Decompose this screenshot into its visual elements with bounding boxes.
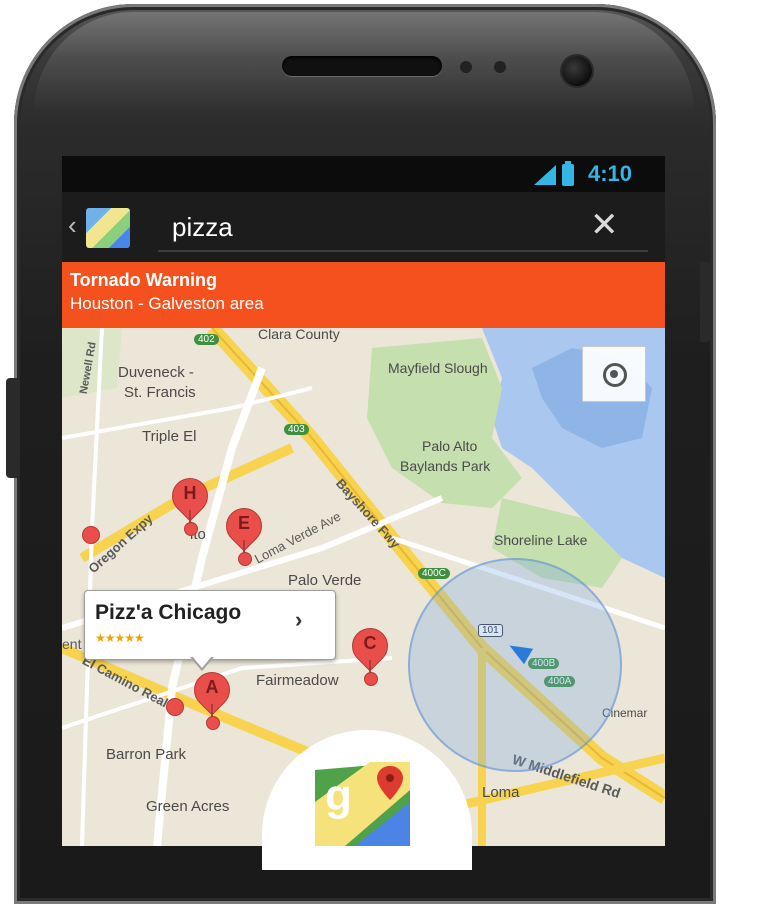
maps-app-icon[interactable] (86, 208, 130, 248)
my-location-button[interactable] (582, 346, 646, 402)
earpiece-speaker (282, 56, 442, 76)
marker-base (238, 552, 252, 566)
chevron-right-icon[interactable]: › (295, 607, 302, 633)
place-label: Shoreline Lake (494, 532, 588, 548)
front-camera (562, 56, 592, 86)
place-name: Pizz'a Chicago (95, 601, 242, 624)
marker-label: E (237, 513, 250, 533)
crosshair-dot (610, 370, 618, 378)
place-label: St. Francis (124, 384, 196, 401)
place-label: Green Acres (146, 798, 230, 815)
map-marker-dot[interactable] (82, 526, 100, 544)
place-label: Triple El (142, 428, 197, 445)
info-window-pointer-fill (192, 656, 212, 668)
marker-base (206, 716, 220, 730)
search-input[interactable]: pizza (172, 212, 233, 243)
marker-base (184, 522, 198, 536)
marker-label: C (363, 633, 377, 653)
marker-label: H (183, 483, 197, 503)
map-marker[interactable]: C (344, 620, 396, 686)
power-button (700, 262, 710, 342)
place-label: Duveneck - (118, 364, 194, 381)
map-marker[interactable]: A (186, 664, 238, 730)
highway-shield: 403 (284, 424, 309, 435)
back-chevron-icon[interactable]: ‹ (68, 210, 77, 241)
alert-subtitle: Houston - Galveston area (70, 294, 264, 313)
marker-base (364, 672, 378, 686)
place-label: Baylands Park (400, 458, 491, 474)
svg-text:g: g (325, 771, 352, 820)
clock: 4:10 (588, 161, 633, 186)
alert-title: Tornado Warning (70, 270, 217, 290)
place-label: Barron Park (106, 746, 187, 763)
place-label: Palo Alto (422, 438, 478, 454)
place-label: Palo Verde (288, 572, 362, 589)
place-label: Loma (482, 784, 520, 801)
highway-shield: 400C (418, 568, 450, 579)
marker-label: A (205, 677, 219, 697)
google-maps-logo: g (315, 762, 410, 846)
volume-button (6, 378, 18, 478)
place-info-window[interactable]: Pizz'a Chicago ★★★★★ › (84, 590, 336, 660)
rating-stars: ★★★★★ (95, 631, 145, 645)
place-label: Clara County (258, 328, 340, 342)
map-marker-dot[interactable] (166, 698, 184, 716)
location-accuracy-circle (408, 558, 622, 772)
weather-alert-banner[interactable]: Tornado Warning Houston - Galveston area (62, 262, 665, 328)
signal-icon (534, 165, 556, 185)
search-underline (158, 250, 648, 252)
light-sensor (494, 61, 506, 73)
map-marker[interactable]: H (164, 470, 216, 536)
highway-shield: 402 (194, 334, 219, 345)
street-label: ent (62, 636, 82, 652)
place-label: Mayfield Slough (388, 360, 488, 376)
place-label: Fairmeadow (256, 672, 339, 689)
action-bar: ‹ pizza ✕ (62, 192, 665, 262)
proximity-sensor (460, 61, 472, 73)
battery-icon (562, 161, 574, 186)
status-bar: 4:10 (62, 156, 665, 192)
close-icon[interactable]: ✕ (590, 206, 619, 244)
map-marker[interactable]: E (218, 500, 270, 566)
